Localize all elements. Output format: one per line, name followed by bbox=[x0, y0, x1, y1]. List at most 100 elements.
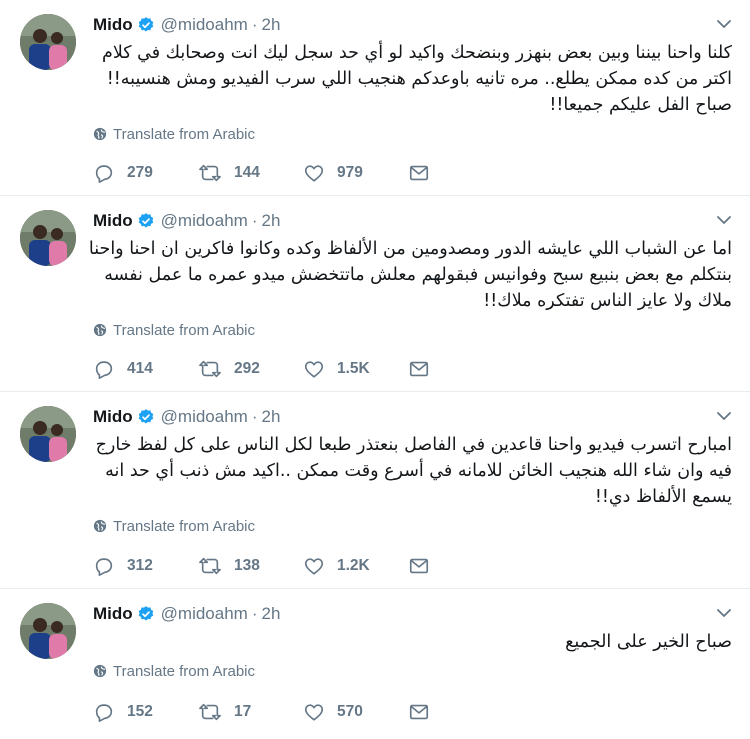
avatar[interactable] bbox=[20, 14, 76, 70]
author-handle[interactable]: @midoahm bbox=[161, 15, 248, 35]
verified-badge-icon bbox=[138, 213, 153, 228]
reply-button[interactable]: 414 bbox=[93, 358, 198, 380]
envelope-icon bbox=[409, 165, 429, 181]
translate-label: Translate from Arabic bbox=[113, 517, 255, 535]
translate-link[interactable]: Translate from Arabic bbox=[93, 124, 255, 144]
heart-icon bbox=[304, 704, 324, 721]
translate-link[interactable]: Translate from Arabic bbox=[93, 661, 255, 681]
tweet-text-line: فيه وان شاء الله هنجيب الخائن للامانه في… bbox=[105, 461, 732, 481]
verified-badge-icon bbox=[138, 606, 153, 621]
reply-count: 312 bbox=[127, 557, 153, 574]
tweet-text: كلنا واحنا بيننا وبين بعض بنهزر وبنضحك و… bbox=[93, 40, 732, 118]
timestamp[interactable]: 2h bbox=[262, 211, 281, 231]
retweet-button[interactable]: 138 bbox=[198, 555, 303, 577]
retweet-icon bbox=[199, 360, 221, 378]
tweet-actions: 279 144 979 bbox=[93, 161, 442, 185]
avatar[interactable] bbox=[20, 210, 76, 266]
reply-button[interactable]: 279 bbox=[93, 162, 198, 184]
author-handle[interactable]: @midoahm bbox=[161, 604, 248, 624]
chevron-down-icon[interactable] bbox=[716, 408, 732, 424]
tweet-text-line: يسمع الألفاظ دي!! bbox=[594, 487, 732, 507]
reply-count: 414 bbox=[127, 360, 153, 377]
retweet-button[interactable]: 144 bbox=[198, 162, 303, 184]
author-name[interactable]: Mido bbox=[93, 15, 133, 35]
like-button[interactable]: 570 bbox=[303, 701, 408, 723]
tweet-text-line: صباح الخير على الجميع bbox=[565, 632, 732, 652]
like-button[interactable]: 1.2K bbox=[303, 555, 408, 577]
tweet-actions: 152 17 570 bbox=[93, 700, 442, 724]
reply-icon bbox=[95, 704, 113, 722]
translate-link[interactable]: Translate from Arabic bbox=[93, 516, 255, 536]
retweet-icon bbox=[199, 703, 221, 721]
retweet-count: 292 bbox=[234, 360, 260, 377]
timestamp[interactable]: 2h bbox=[262, 15, 281, 35]
retweet-count: 17 bbox=[234, 703, 252, 720]
like-count: 1.2K bbox=[337, 557, 370, 574]
timeline: Mido @midoahm · 2h كلنا واحنا بيننا وبين… bbox=[0, 0, 750, 739]
tweet-text-line: صباح الفل عليكم جميعا!! bbox=[549, 95, 732, 115]
heart-icon bbox=[304, 361, 324, 378]
tweet-header: Mido @midoahm · 2h bbox=[93, 603, 280, 625]
globe-icon bbox=[93, 519, 107, 533]
reply-button[interactable]: 312 bbox=[93, 555, 198, 577]
author-name[interactable]: Mido bbox=[93, 407, 133, 427]
tweet-text: امبارح اتسرب فيديو واحنا قاعدين في الفاص… bbox=[93, 432, 732, 510]
avatar[interactable] bbox=[20, 603, 76, 659]
reply-icon bbox=[95, 558, 113, 576]
chevron-down-icon[interactable] bbox=[716, 16, 732, 32]
avatar[interactable] bbox=[20, 406, 76, 462]
direct-message-button[interactable] bbox=[408, 358, 442, 380]
author-handle[interactable]: @midoahm bbox=[161, 211, 248, 231]
author-handle[interactable]: @midoahm bbox=[161, 407, 248, 427]
tweet-text-line: اما عن الشباب اللي عايشه الدور ومصدومين … bbox=[88, 239, 732, 259]
reply-count: 152 bbox=[127, 703, 153, 720]
envelope-icon bbox=[409, 704, 429, 720]
separator-dot: · bbox=[251, 407, 258, 426]
envelope-icon bbox=[409, 361, 429, 377]
tweet-actions: 312 138 1.2K bbox=[93, 554, 442, 578]
tweet[interactable]: Mido @midoahm · 2h كلنا واحنا بيننا وبين… bbox=[0, 0, 750, 196]
retweet-button[interactable]: 17 bbox=[198, 701, 303, 723]
direct-message-button[interactable] bbox=[408, 701, 442, 723]
translate-label: Translate from Arabic bbox=[113, 125, 255, 143]
like-button[interactable]: 1.5K bbox=[303, 358, 408, 380]
tweet[interactable]: Mido @midoahm · 2h صباح الخير على الجميع… bbox=[0, 589, 750, 739]
globe-icon bbox=[93, 323, 107, 337]
timestamp[interactable]: 2h bbox=[262, 604, 281, 624]
envelope-icon bbox=[409, 558, 429, 574]
chevron-down-icon[interactable] bbox=[716, 605, 732, 621]
retweet-count: 144 bbox=[234, 164, 260, 181]
separator-dot: · bbox=[251, 604, 258, 623]
tweet-text-line: اكتر من كده ممكن يطلع.. مره تانيه باوعدك… bbox=[106, 69, 732, 89]
globe-icon bbox=[93, 664, 107, 678]
tweet-text: صباح الخير على الجميع bbox=[93, 629, 732, 655]
tweet-text-line: كلنا واحنا بيننا وبين بعض بنهزر وبنضحك و… bbox=[101, 43, 732, 63]
reply-icon bbox=[95, 165, 113, 183]
tweet-header: Mido @midoahm · 2h bbox=[93, 14, 280, 36]
translate-label: Translate from Arabic bbox=[113, 662, 255, 680]
timestamp[interactable]: 2h bbox=[262, 407, 281, 427]
direct-message-button[interactable] bbox=[408, 162, 442, 184]
like-count: 979 bbox=[337, 164, 363, 181]
tweet[interactable]: Mido @midoahm · 2h امبارح اتسرب فيديو وا… bbox=[0, 392, 750, 589]
direct-message-button[interactable] bbox=[408, 555, 442, 577]
tweet-header: Mido @midoahm · 2h bbox=[93, 406, 280, 428]
reply-button[interactable]: 152 bbox=[93, 701, 198, 723]
like-count: 1.5K bbox=[337, 360, 370, 377]
author-name[interactable]: Mido bbox=[93, 211, 133, 231]
tweet-text-line: امبارح اتسرب فيديو واحنا قاعدين في الفاص… bbox=[95, 435, 732, 455]
translate-link[interactable]: Translate from Arabic bbox=[93, 320, 255, 340]
retweet-button[interactable]: 292 bbox=[198, 358, 303, 380]
verified-badge-icon bbox=[138, 17, 153, 32]
like-button[interactable]: 979 bbox=[303, 162, 408, 184]
retweet-icon bbox=[199, 557, 221, 575]
verified-badge-icon bbox=[138, 409, 153, 424]
reply-count: 279 bbox=[127, 164, 153, 181]
tweet-header: Mido @midoahm · 2h bbox=[93, 210, 280, 232]
tweet-actions: 414 292 1.5K bbox=[93, 357, 442, 381]
tweet-text: اما عن الشباب اللي عايشه الدور ومصدومين … bbox=[88, 236, 732, 314]
separator-dot: · bbox=[251, 211, 258, 230]
tweet[interactable]: Mido @midoahm · 2h اما عن الشباب اللي عا… bbox=[0, 196, 750, 392]
author-name[interactable]: Mido bbox=[93, 604, 133, 624]
chevron-down-icon[interactable] bbox=[716, 212, 732, 228]
